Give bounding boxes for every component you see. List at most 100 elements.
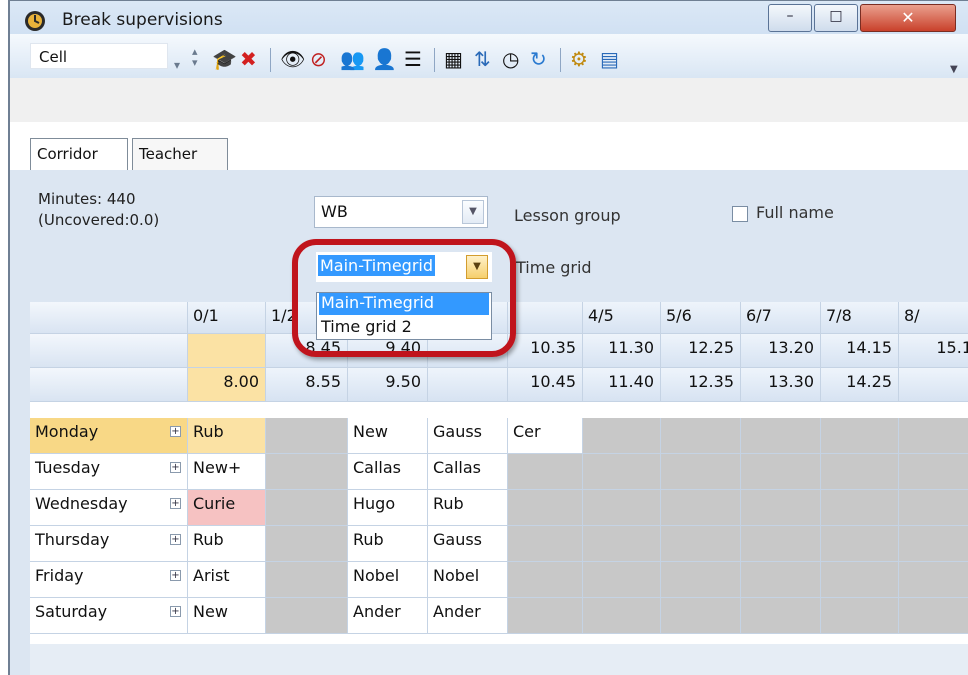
supervision-cell[interactable] bbox=[508, 526, 583, 562]
chevron-down-icon[interactable]: ▼ bbox=[462, 200, 484, 224]
supervision-cell[interactable] bbox=[508, 490, 583, 526]
supervision-cell[interactable] bbox=[899, 526, 968, 562]
maximize-button[interactable]: □ bbox=[814, 4, 858, 32]
supervision-cell[interactable]: Hugo bbox=[348, 490, 428, 526]
supervision-cell[interactable] bbox=[266, 526, 348, 562]
close-button[interactable]: ✕ bbox=[860, 4, 956, 32]
lesson-group-select[interactable]: WB ▼ bbox=[314, 196, 488, 228]
expand-plus-icon[interactable]: + bbox=[170, 606, 181, 617]
supervision-cell[interactable]: Nobel bbox=[428, 562, 508, 598]
supervision-cell[interactable] bbox=[899, 490, 968, 526]
supervision-cell[interactable] bbox=[583, 418, 661, 454]
supervision-cell[interactable] bbox=[661, 598, 741, 634]
tab-teacher[interactable]: Teacher bbox=[132, 138, 228, 170]
dropdown-option[interactable]: Main-Timegrid bbox=[319, 293, 489, 315]
supervision-cell[interactable]: Rub bbox=[188, 418, 266, 454]
supervision-cell[interactable]: Curie bbox=[188, 490, 266, 526]
day-cell[interactable]: Saturday + bbox=[30, 598, 188, 634]
supervision-cell[interactable] bbox=[583, 490, 661, 526]
eye-icon[interactable]: 👁 bbox=[280, 48, 305, 70]
list-icon[interactable]: ☰ bbox=[404, 48, 422, 70]
supervision-cell[interactable]: Arist bbox=[188, 562, 266, 598]
dropdown-option[interactable]: Time grid 2 bbox=[319, 317, 489, 339]
eye-crossed-icon[interactable]: ⊘ bbox=[310, 48, 327, 70]
supervision-cell[interactable] bbox=[741, 598, 821, 634]
supervision-cell[interactable] bbox=[741, 526, 821, 562]
supervision-cell[interactable] bbox=[741, 562, 821, 598]
supervision-cell[interactable] bbox=[821, 490, 899, 526]
supervision-cell[interactable] bbox=[821, 598, 899, 634]
supervision-cell[interactable] bbox=[266, 418, 348, 454]
refresh-icon[interactable]: ↻ bbox=[530, 48, 547, 70]
calculator-icon[interactable]: ▦ bbox=[444, 48, 463, 70]
assign-teacher-icon[interactable]: 👥 bbox=[340, 48, 365, 70]
supervision-cell[interactable] bbox=[741, 454, 821, 490]
supervision-cell[interactable]: Ander bbox=[348, 598, 428, 634]
full-name-checkbox[interactable] bbox=[732, 206, 748, 222]
supervision-cell[interactable] bbox=[899, 454, 968, 490]
settings-gear-icon[interactable]: ⚙ bbox=[570, 48, 588, 70]
expand-plus-icon[interactable]: + bbox=[170, 534, 181, 545]
supervision-cell[interactable] bbox=[266, 562, 348, 598]
graduate-cap-icon[interactable]: 🎓 bbox=[212, 48, 237, 70]
supervision-cell[interactable] bbox=[899, 418, 968, 454]
supervision-cell[interactable] bbox=[661, 490, 741, 526]
expand-plus-icon[interactable]: + bbox=[170, 462, 181, 473]
combo-dropdown-arrow-icon[interactable]: ▾ bbox=[174, 54, 180, 76]
expand-plus-icon[interactable]: + bbox=[170, 498, 181, 509]
day-cell[interactable]: Thursday + bbox=[30, 526, 188, 562]
supervision-cell[interactable]: New bbox=[348, 418, 428, 454]
supervision-cell[interactable]: Ander bbox=[428, 598, 508, 634]
supervision-cell[interactable]: Rub bbox=[428, 490, 508, 526]
supervision-cell[interactable]: Gauss bbox=[428, 418, 508, 454]
time-grid-select[interactable]: Main-Timegrid ▼ bbox=[316, 252, 492, 282]
supervision-cell[interactable] bbox=[583, 562, 661, 598]
supervision-cell[interactable]: Callas bbox=[348, 454, 428, 490]
chevron-down-icon[interactable]: ▼ bbox=[466, 255, 488, 279]
day-cell[interactable]: Friday + bbox=[30, 562, 188, 598]
toolbar-overflow-icon[interactable]: ▼ bbox=[950, 64, 958, 75]
tab-corridor[interactable]: Corridor bbox=[30, 138, 128, 170]
supervision-cell[interactable]: Gauss bbox=[428, 526, 508, 562]
day-cell[interactable]: Tuesday + bbox=[30, 454, 188, 490]
supervision-cell[interactable]: Cer bbox=[508, 418, 583, 454]
supervision-cell[interactable] bbox=[899, 562, 968, 598]
supervision-cell[interactable]: New+ bbox=[188, 454, 266, 490]
supervision-cell[interactable] bbox=[661, 562, 741, 598]
supervision-cell[interactable] bbox=[741, 418, 821, 454]
supervision-cell[interactable] bbox=[583, 598, 661, 634]
supervision-cell[interactable] bbox=[266, 598, 348, 634]
day-cell[interactable]: Monday + bbox=[30, 418, 188, 454]
delete-icon[interactable]: ✖ bbox=[240, 48, 257, 70]
supervision-cell[interactable]: Rub bbox=[348, 526, 428, 562]
supervision-cell[interactable] bbox=[508, 598, 583, 634]
transfer-icon[interactable]: ⇅ bbox=[474, 48, 491, 70]
supervision-cell[interactable] bbox=[899, 598, 968, 634]
supervision-cell[interactable]: Nobel bbox=[348, 562, 428, 598]
supervision-cell[interactable] bbox=[821, 454, 899, 490]
supervision-cell[interactable] bbox=[821, 418, 899, 454]
supervision-cell[interactable] bbox=[661, 454, 741, 490]
day-cell[interactable]: Wednesday + bbox=[30, 490, 188, 526]
spin-icon[interactable]: ▴ ▾ bbox=[192, 46, 198, 68]
supervision-cell[interactable] bbox=[741, 490, 821, 526]
supervision-cell[interactable] bbox=[266, 454, 348, 490]
clock-icon[interactable]: ◷ bbox=[502, 48, 519, 70]
supervision-cell[interactable] bbox=[661, 418, 741, 454]
calendar-view-icon[interactable]: ▤ bbox=[600, 48, 619, 70]
supervision-cell[interactable]: Callas bbox=[428, 454, 508, 490]
mode-combobox[interactable]: Cell bbox=[30, 43, 168, 69]
supervision-cell[interactable] bbox=[266, 490, 348, 526]
supervision-cell[interactable]: Rub bbox=[188, 526, 266, 562]
supervision-cell[interactable] bbox=[508, 454, 583, 490]
minimize-button[interactable]: – bbox=[768, 4, 812, 32]
supervision-cell[interactable] bbox=[821, 526, 899, 562]
expand-plus-icon[interactable]: + bbox=[170, 426, 181, 437]
supervision-cell[interactable]: New bbox=[188, 598, 266, 634]
teachers-icon[interactable]: 👤 bbox=[372, 48, 397, 70]
supervision-cell[interactable] bbox=[583, 526, 661, 562]
supervision-cell[interactable] bbox=[508, 562, 583, 598]
expand-plus-icon[interactable]: + bbox=[170, 570, 181, 581]
supervision-cell[interactable] bbox=[583, 454, 661, 490]
supervision-cell[interactable] bbox=[661, 526, 741, 562]
